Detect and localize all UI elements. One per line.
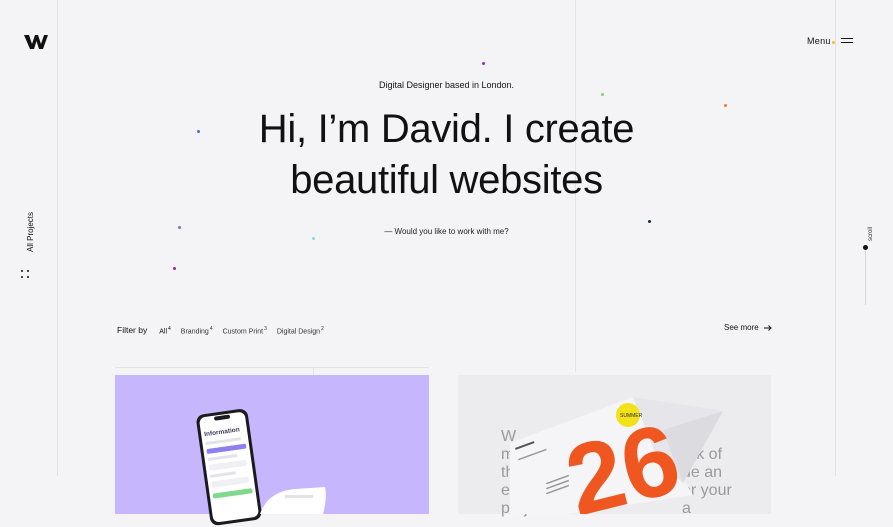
scroll-track [865, 250, 866, 305]
particle [601, 93, 604, 96]
filter-label: Filter by [117, 325, 148, 335]
filter-chip-digital-design[interactable]: Digital Design2 [277, 326, 324, 335]
arrow-right-icon [763, 324, 772, 331]
particle [197, 130, 200, 133]
magazine-badge: SUMMER [620, 413, 643, 419]
menu-button[interactable]: Menu [807, 36, 853, 46]
magazine-cover: 26 SUMMER [510, 397, 723, 514]
hamburger-icon [831, 37, 853, 46]
menu-label: Menu [807, 36, 831, 46]
card-divider [313, 367, 314, 375]
particle [178, 226, 181, 229]
hero-subtitle: Digital Designer based in London. [378, 80, 515, 90]
menu-accent-dot [831, 40, 835, 44]
hero-headline: Hi, I’m David. I create beautiful websit… [0, 104, 893, 206]
particle [312, 237, 315, 240]
magazine-mockup-image: W m the exc proje ally ork of de an er y… [458, 375, 771, 517]
particle [724, 104, 727, 107]
see-more-label: See more [724, 323, 759, 332]
particle [173, 267, 176, 270]
filter-chip-custom-print[interactable]: Custom Print3 [223, 326, 267, 335]
filter-bar: Filter by All4 Branding4 Custom Print3 D… [117, 325, 324, 335]
receipt-card-image [260, 487, 326, 514]
filter-underline [115, 367, 429, 368]
grid-dots-icon[interactable] [21, 270, 30, 279]
see-more-link[interactable]: See more [724, 323, 772, 332]
logo-icon[interactable] [24, 35, 48, 49]
filter-chip-branding[interactable]: Branding4 [181, 326, 213, 335]
left-rule [57, 0, 58, 476]
right-rule [835, 0, 836, 476]
hero-tagline[interactable]: — Would you like to work with me? [0, 227, 893, 236]
particle [482, 62, 485, 65]
headline-line-1: Hi, I’m David. I create [258, 107, 635, 151]
filter-chip-all[interactable]: All4 [159, 326, 171, 335]
headline-line-2: beautiful websites [290, 158, 603, 202]
particle [648, 220, 651, 223]
